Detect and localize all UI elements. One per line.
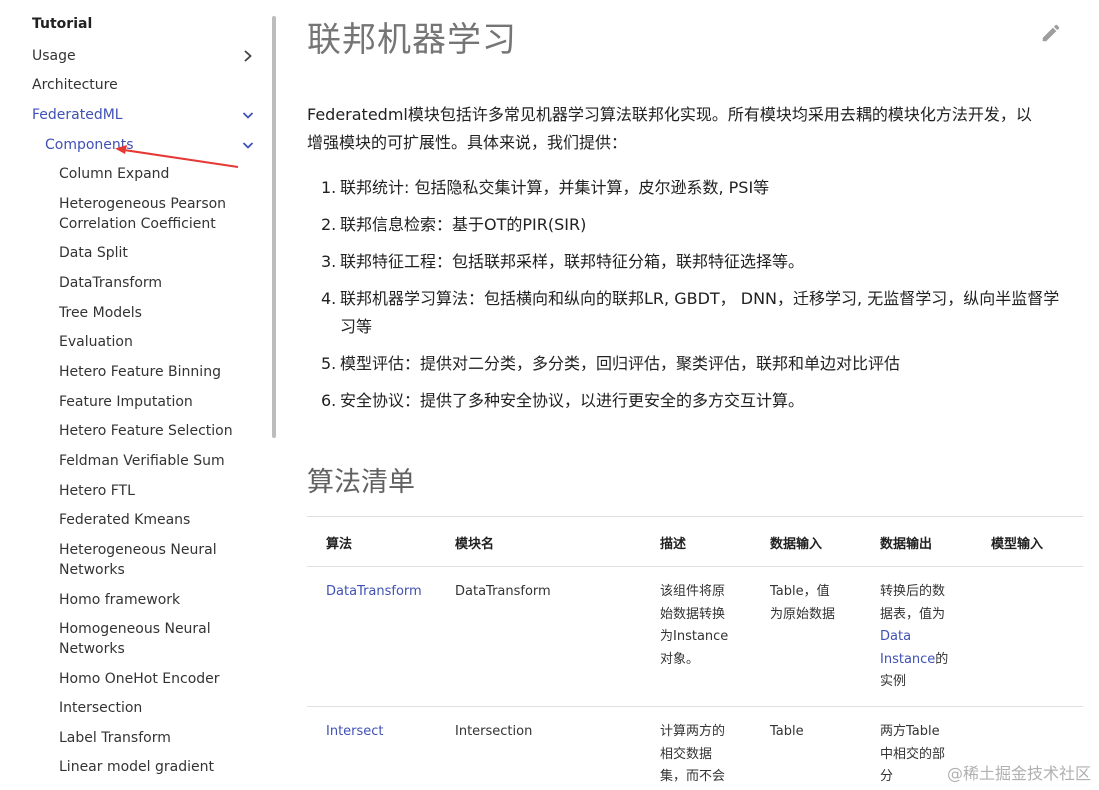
list-item: 1. 联邦统计: 包括隐私交集计算，并集计算，皮尔逊系数, PSI等 (321, 174, 1061, 202)
page-title: 联邦机器学习 (307, 20, 517, 60)
nav-item-tree-models[interactable]: Tree Models (59, 303, 259, 323)
list-text: 联邦统计: 包括隐私交集计算，并集计算，皮尔逊系数, PSI等 (340, 178, 770, 197)
nav-item-data-split[interactable]: Data Split (59, 243, 259, 263)
main-content: 联邦机器学习 Federatedml模块包括许多常见机器学习算法联邦化实现。所有… (307, 0, 1097, 790)
nav-item-linear-model-gradient[interactable]: Linear model gradient (59, 757, 259, 777)
column-header: 数据输入 (770, 537, 823, 552)
list-item: 5. 模型评估：提供对二分类，多分类，回归评估，聚类评估，联邦和单边对比评估 (321, 350, 1061, 378)
data-input-cell: Table (770, 721, 850, 744)
chevron-down-icon[interactable] (240, 107, 256, 123)
cell-line: Table，值 (770, 584, 830, 599)
nav-item-hetero-nn[interactable]: Heterogeneous Neural Networks (59, 540, 259, 580)
list-text: 安全协议：提供了多种安全协议，以进行更安全的多方交互计算。 (340, 391, 805, 410)
nav-item-homo-framework[interactable]: Homo framework (59, 590, 259, 610)
list-number: 6. (321, 391, 337, 410)
nav-item-feature-imputation[interactable]: Feature Imputation (59, 392, 259, 412)
nav-item-label-transform[interactable]: Label Transform (59, 728, 259, 748)
cell-line: 实例 (880, 674, 907, 689)
list-item: 6. 安全协议：提供了多种安全协议，以进行更安全的多方交互计算。 (321, 387, 1061, 415)
list-item: 4. 联邦机器学习算法：包括横向和纵向的联邦LR, GBDT， DNN，迁移学习,… (321, 285, 1061, 341)
pencil-icon[interactable] (1040, 22, 1062, 44)
list-text: 联邦机器学习算法：包括横向和纵向的联邦LR, GBDT， DNN，迁移学习, 无… (340, 289, 1060, 336)
nav-item-hetero-pearson[interactable]: Heterogeneous Pearson Correlation Coeffi… (59, 194, 259, 234)
list-number: 1. (321, 178, 337, 197)
list-number: 4. (321, 289, 337, 308)
module-name-cell: Intersection (455, 724, 533, 739)
sidebar-scrollbar[interactable] (272, 16, 276, 438)
column-header: 模块名 (455, 537, 495, 552)
list-text: 模型评估：提供对二分类，多分类，回归评估，聚类评估，联邦和单边对比评估 (340, 354, 901, 373)
description-cell: 计算两方的 相交数据 集，而不会 (660, 721, 740, 789)
list-text: 联邦特征工程：包括联邦采样，联邦特征分箱，联邦特征选择等。 (340, 252, 805, 271)
module-name-cell: DataTransform (455, 584, 551, 599)
data-output-cell: 转换后的数 据表，值为 Data Instance的 实例 (880, 581, 960, 694)
cell-line: 对象。 (660, 651, 700, 667)
list-number: 3. (321, 252, 337, 271)
nav-item-federatedml[interactable]: FederatedML (32, 105, 123, 125)
nav-item-architecture[interactable]: Architecture (32, 75, 118, 95)
algorithm-link[interactable]: DataTransform (326, 581, 422, 604)
nav-item-hetero-feature-binning[interactable]: Hetero Feature Binning (59, 362, 259, 382)
nav-item-federated-kmeans[interactable]: Federated Kmeans (59, 510, 259, 530)
data-instance-link[interactable]: Data (880, 626, 960, 649)
nav-item-hetero-feature-selection[interactable]: Hetero Feature Selection (59, 421, 259, 441)
column-header: 模型输入 (991, 537, 1044, 552)
cell-line: 为原始数据 (770, 606, 836, 622)
watermark: @稀土掘金技术社区 (946, 764, 1091, 783)
section-title-algorithms: 算法清单 (307, 467, 415, 498)
nav-item-evaluation[interactable]: Evaluation (59, 332, 259, 352)
algorithm-link[interactable]: Intersect (326, 721, 384, 744)
cell-line: 相交数据 (660, 746, 713, 762)
cell-line: 集，而不会 (660, 769, 726, 784)
description-cell: 该组件将原 始数据转换 为Instance 对象。 (660, 581, 740, 671)
cell-line: 两方Table (880, 724, 940, 739)
table-header: 算法 模块名 描述 数据输入 数据输出 模型输入 (307, 517, 1083, 567)
sidebar-nav: Tutorial Usage Architecture FederatedML … (0, 0, 272, 790)
cell-line: 计算两方的 (660, 724, 726, 739)
cell-line: 始数据转换 (660, 606, 726, 622)
nav-item-hetero-ftl[interactable]: Hetero FTL (59, 481, 259, 501)
nav-item-datatransform[interactable]: DataTransform (59, 273, 259, 293)
list-item: 2. 联邦信息检索：基于OT的PIR(SIR) (321, 211, 1061, 239)
cell-line: Instance的 (880, 649, 960, 672)
annotation-arrow-icon (115, 145, 239, 168)
cell-line: 为Instance (660, 629, 729, 644)
cell-text: 的 (935, 651, 949, 667)
feature-list: 1. 联邦统计: 包括隐私交集计算，并集计算，皮尔逊系数, PSI等 2. 联邦信息… (321, 174, 1061, 424)
nav-item-intersection[interactable]: Intersection (59, 698, 259, 718)
column-header: 数据输出 (880, 537, 933, 552)
chevron-down-icon[interactable] (240, 137, 256, 153)
list-number: 5. (321, 354, 337, 373)
data-instance-link[interactable]: Instance (880, 652, 935, 667)
nav-item-homo-onehot[interactable]: Homo OneHot Encoder (59, 669, 259, 689)
chevron-right-icon[interactable] (240, 48, 256, 64)
column-header: 描述 (660, 537, 687, 552)
cell-line: 转换后的数 (880, 584, 946, 599)
nav-item-feldman-verifiable-sum[interactable]: Feldman Verifiable Sum (59, 451, 259, 471)
intro-paragraph: Federatedml模块包括许多常见机器学习算法联邦化实现。所有模块均采用去耦… (307, 105, 1032, 152)
algorithm-table: 算法 模块名 描述 数据输入 数据输出 模型输入 DataTransform D… (307, 516, 1083, 790)
data-input-cell: Table，值 为原始数据 (770, 581, 850, 626)
table-row: DataTransform DataTransform 该组件将原 始数据转换 … (307, 567, 1083, 707)
nav-item-homo-nn[interactable]: Homogeneous Neural Networks (59, 619, 259, 659)
cell-line: 据表，值为 (880, 606, 946, 622)
column-header: 算法 (326, 537, 353, 552)
cell-line: Table (770, 724, 804, 739)
list-text: 联邦信息检索：基于OT的PIR(SIR) (340, 215, 587, 234)
list-number: 2. (321, 215, 337, 234)
cell-line: 该组件将原 (660, 584, 726, 599)
nav-item-usage[interactable]: Usage (32, 46, 76, 66)
nav-heading-tutorial[interactable]: Tutorial (32, 16, 92, 32)
list-item: 3. 联邦特征工程：包括联邦采样，联邦特征分箱，联邦特征选择等。 (321, 248, 1061, 276)
